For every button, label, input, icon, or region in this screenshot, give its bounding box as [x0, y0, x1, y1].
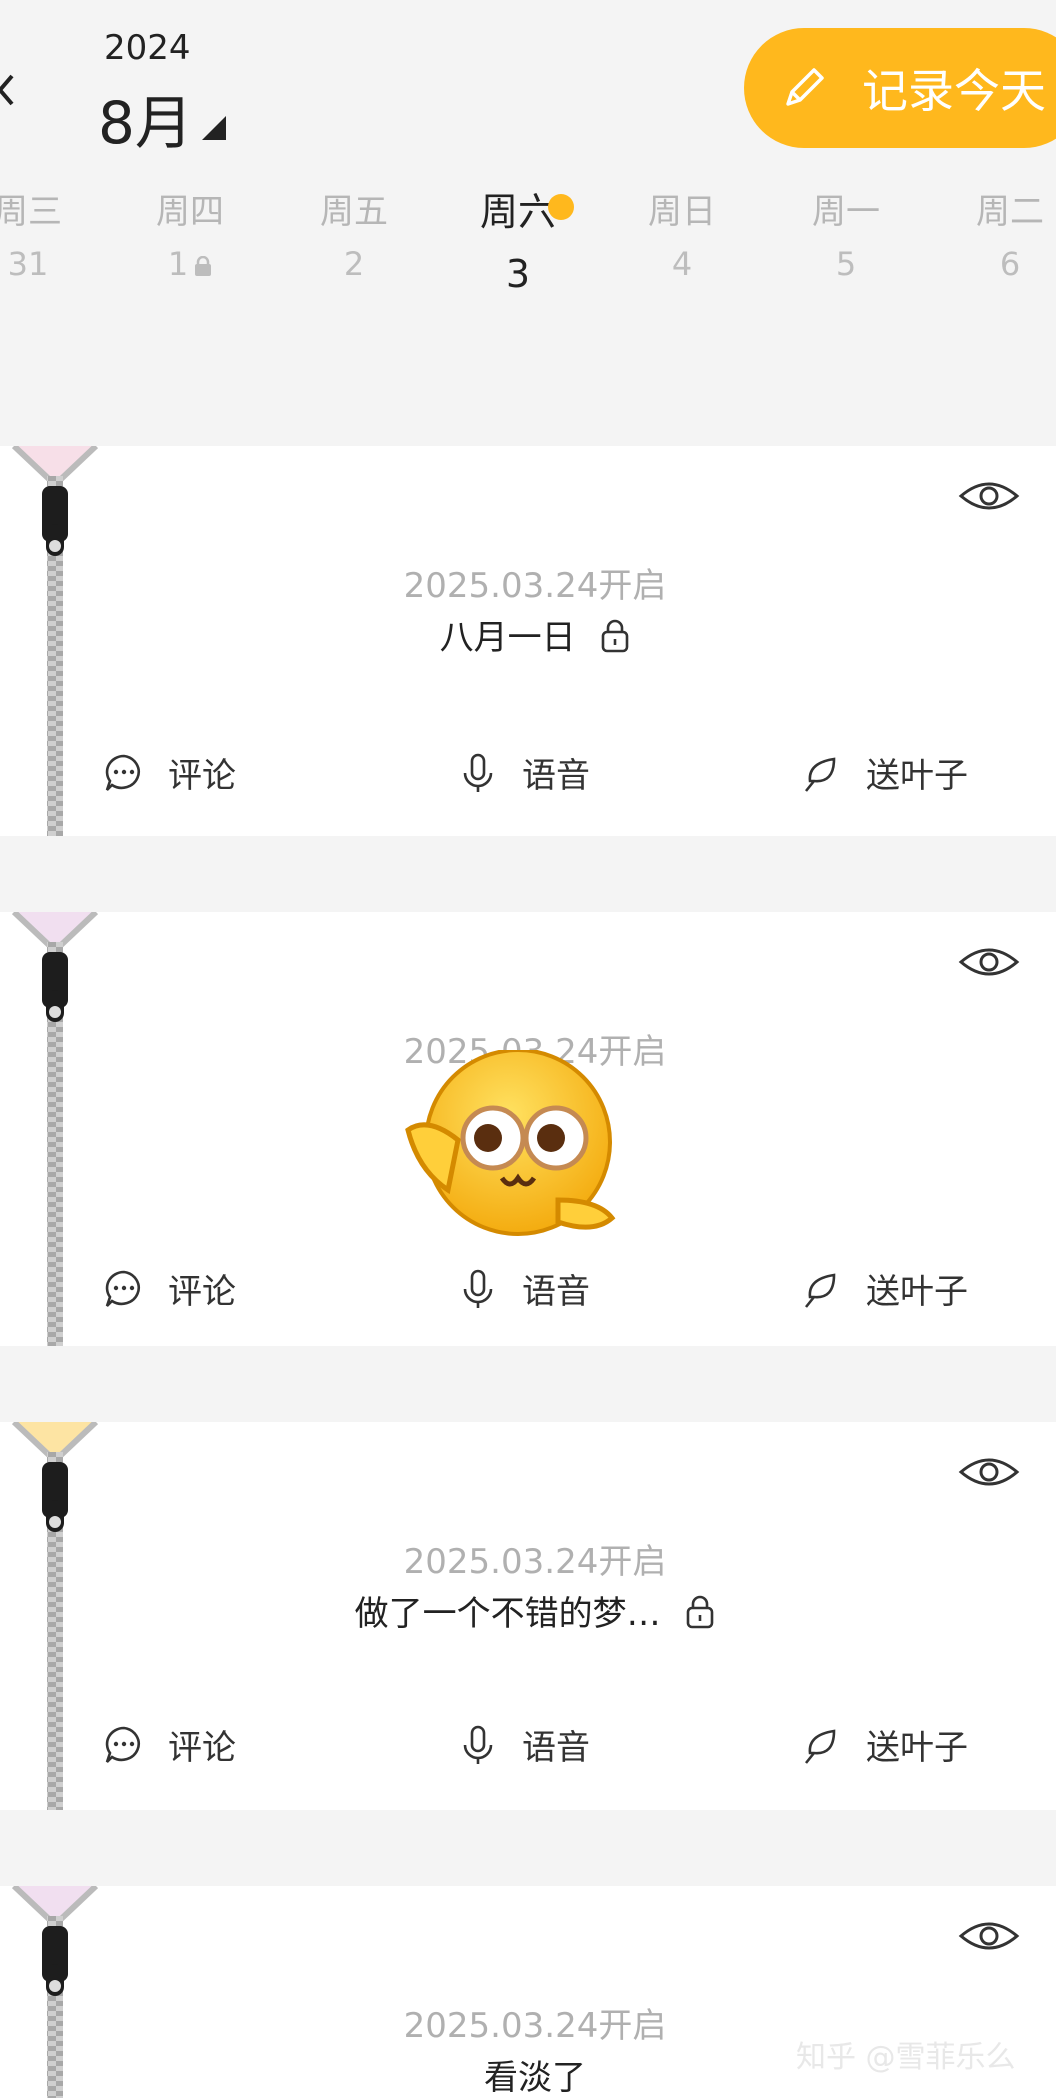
caret-down-icon[interactable] — [202, 116, 226, 140]
leaf-icon — [804, 1728, 836, 1764]
pencil-icon — [786, 68, 824, 106]
comment-icon — [105, 1726, 140, 1763]
day-name: 周日 — [648, 192, 716, 232]
week-strip: 周三 31 周四 1 周五 2 周六 3 周日 4 周一 5 周二 6 — [0, 190, 1056, 330]
watermark: 知乎 @雪菲乐么 — [796, 2040, 1016, 2075]
day-number: 5 — [835, 245, 857, 283]
record-today-button[interactable]: 记录今天 — [744, 28, 1056, 148]
day-name: 周一 — [812, 192, 880, 232]
day-fri[interactable]: 周五 2 — [304, 190, 404, 284]
send-leaf-button[interactable]: 送叶子 — [800, 748, 968, 797]
lock-icon — [602, 619, 629, 653]
day-thu[interactable]: 周四 1 — [140, 190, 240, 284]
day-number: 4 — [671, 245, 693, 283]
shrug-emoji-sticker — [405, 1050, 616, 1236]
day-name: 周二 — [976, 192, 1044, 232]
day-name: 周四 — [156, 192, 224, 232]
eye-icon[interactable] — [958, 942, 1020, 982]
voice-button[interactable]: 语音 — [456, 1720, 590, 1769]
microphone-icon — [463, 753, 493, 792]
leaf-label: 送叶子 — [866, 756, 968, 796]
record-today-label: 记录今天 — [862, 64, 1046, 118]
comment-label: 评论 — [168, 1728, 236, 1768]
comment-icon — [105, 754, 140, 791]
today-indicator-dot — [548, 194, 574, 220]
voice-label: 语音 — [522, 1272, 590, 1312]
leaf-icon — [804, 1272, 836, 1308]
open-date: 2025.03.24开启 — [403, 1542, 667, 1582]
comment-label: 评论 — [168, 1272, 236, 1312]
day-number: 1 — [167, 245, 189, 283]
day-sun[interactable]: 周日 4 — [632, 190, 732, 284]
lock-icon — [195, 256, 212, 276]
comment-button[interactable]: 评论 — [102, 1720, 236, 1769]
day-mon[interactable]: 周一 5 — [796, 190, 896, 284]
comment-icon — [105, 1270, 140, 1307]
comment-button[interactable]: 评论 — [102, 748, 236, 797]
microphone-icon — [463, 1269, 493, 1308]
back-arrow-icon[interactable] — [0, 70, 24, 110]
leaf-icon — [804, 756, 836, 792]
entry-actions: 评论 语音 送叶子 — [0, 1264, 1056, 1324]
send-leaf-button[interactable]: 送叶子 — [800, 1720, 968, 1769]
eye-icon[interactable] — [958, 1452, 1020, 1492]
entry-card[interactable]: 2025.03.24开启 做了一个不错的梦… 评论 语音 送叶子 — [0, 1422, 1056, 1810]
day-name: 周三 — [0, 192, 62, 232]
voice-label: 语音 — [522, 1728, 590, 1768]
entry-actions: 评论 语音 送叶子 — [0, 748, 1056, 808]
comment-label: 评论 — [168, 756, 236, 796]
day-wed[interactable]: 周三 31 — [0, 190, 78, 284]
entry-actions: 评论 语音 送叶子 — [0, 1720, 1056, 1780]
eye-icon[interactable] — [958, 476, 1020, 516]
entry-card[interactable]: 2025.03.24开启 八月一日 评论 语音 送叶子 — [0, 446, 1056, 836]
send-leaf-button[interactable]: 送叶子 — [800, 1264, 968, 1313]
day-number: 31 — [7, 245, 49, 283]
microphone-icon — [463, 1725, 493, 1764]
comment-button[interactable]: 评论 — [102, 1264, 236, 1313]
day-number: 3 — [505, 252, 531, 296]
eye-icon[interactable] — [958, 1916, 1020, 1956]
day-number: 2 — [343, 245, 365, 283]
header: 2024 8月 记录今天 周三 31 周四 1 周五 2 周六 3 周日 4 周… — [0, 0, 1056, 430]
voice-button[interactable]: 语音 — [456, 1264, 590, 1313]
lock-icon — [687, 1595, 714, 1629]
open-date: 2025.03.24开启 — [403, 566, 667, 606]
entry-title: 看淡了 — [484, 2058, 586, 2098]
day-number: 6 — [999, 245, 1021, 283]
day-name: 周五 — [320, 192, 388, 232]
entry-title: 八月一日 — [439, 618, 576, 658]
day-tue[interactable]: 周二 6 — [960, 190, 1056, 284]
leaf-label: 送叶子 — [866, 1728, 968, 1768]
voice-button[interactable]: 语音 — [456, 748, 590, 797]
leaf-label: 送叶子 — [866, 1272, 968, 1312]
voice-label: 语音 — [522, 756, 590, 796]
entry-title: 做了一个不错的梦… — [354, 1594, 661, 1634]
month-selector[interactable]: 8月 — [98, 76, 193, 160]
year-label: 2024 — [104, 28, 191, 68]
